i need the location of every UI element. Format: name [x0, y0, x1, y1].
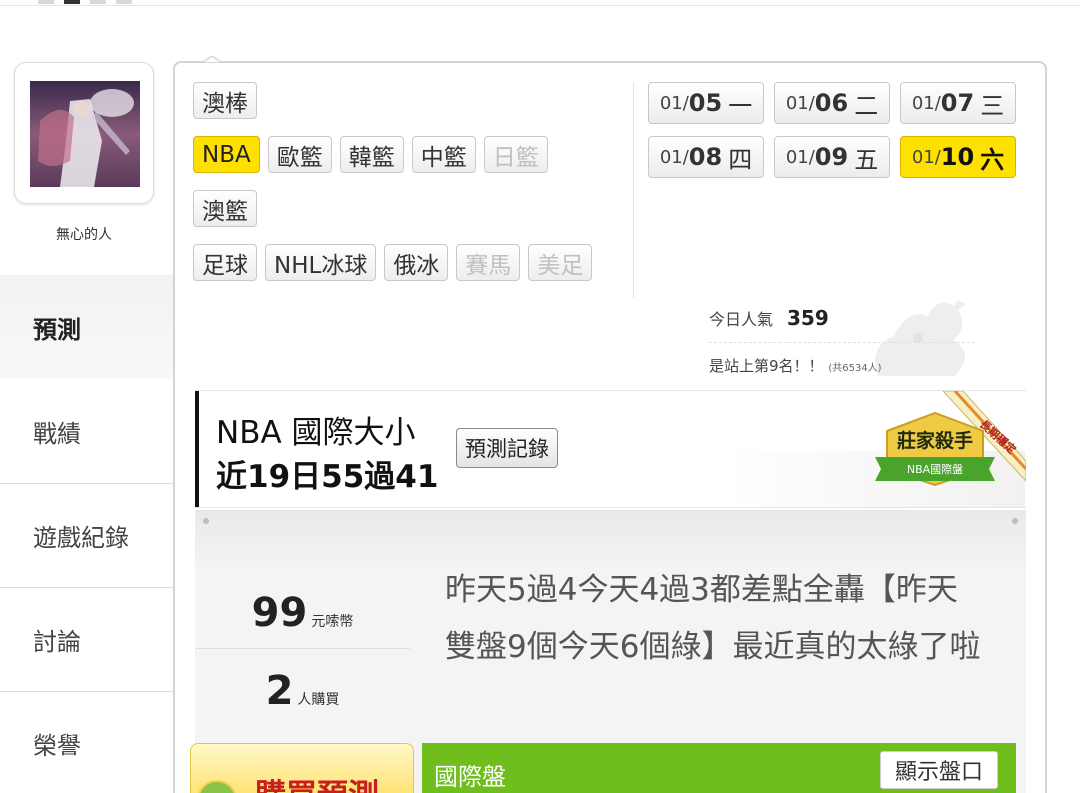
sport-chip-au-basketball[interactable]: 澳籃	[193, 190, 257, 227]
badge-subtitle: NBA國際盤	[907, 463, 963, 476]
show-odds-button[interactable]: 顯示盤口	[880, 751, 999, 789]
date-month: 01/	[659, 92, 689, 114]
top-strip	[0, 0, 1080, 6]
date-month: 01/	[911, 92, 941, 114]
sport-chip-nhl[interactable]: NHL冰球	[265, 244, 377, 281]
date-chip[interactable]: 01/08 四	[648, 136, 764, 178]
popularity: 今日人氣 359	[709, 306, 829, 330]
sport-chip-horse-racing: 賽馬	[456, 244, 521, 281]
date-chip[interactable]: 01/09 五	[774, 136, 890, 178]
prediction-record-button[interactable]: 預測記錄	[456, 428, 558, 468]
rank-text: 是站上第9名！！	[709, 357, 824, 375]
record-summary: 近19日55過41	[216, 459, 439, 495]
page-indicator-dot[interactable]	[90, 0, 106, 4]
sidebar-item-predict[interactable]: 預測	[0, 275, 174, 379]
page-indicator	[38, 0, 132, 4]
divider	[195, 648, 410, 649]
page-indicator-dot-active[interactable]	[64, 0, 80, 4]
sport-chip-japan-basketball: 日籃	[483, 136, 548, 173]
divider	[633, 82, 634, 298]
sport-chip-soccer[interactable]: 足球	[193, 244, 257, 281]
avatar-card[interactable]	[14, 62, 154, 204]
price-column: 99 元嗦幣 2 人購買	[195, 510, 410, 740]
date-day: 06	[814, 89, 849, 117]
price: 99 元嗦幣	[195, 590, 410, 636]
sport-chip-euro-basketball[interactable]: 歐籃	[267, 136, 332, 173]
popularity-value: 359	[787, 306, 829, 330]
sport-chip-russia-hockey[interactable]: 俄冰	[384, 244, 449, 281]
accent-bar	[195, 391, 199, 507]
popularity-label: 今日人氣	[709, 310, 774, 329]
date-day: 07	[940, 89, 975, 117]
sport-chip-korea-basketball[interactable]: 韓籃	[339, 136, 404, 173]
date-month: 01/	[785, 92, 815, 114]
date-weekday: 六	[980, 145, 1005, 174]
buyers: 2 人購買	[195, 668, 410, 714]
rank-total: (共6534人)	[828, 363, 882, 374]
date-chip[interactable]: 01/07 三	[900, 82, 1016, 124]
banker-killer-badge-icon: 長期穩定 莊家殺手 NBA國際盤	[875, 391, 1026, 487]
pin-icon	[1012, 518, 1018, 524]
sport-selector: 澳棒 NBA 歐籃 韓籃 中籃 日籃 澳籃 足球 NHL冰球 俄冰 賽馬 美足	[193, 82, 623, 298]
sport-chip-nba[interactable]: NBA	[193, 136, 260, 173]
buy-prediction-button[interactable]: 購買預測	[190, 743, 414, 793]
prediction-description: 昨天5過4今天4過3都差點全轟【昨天雙盤9個今天6個綠】最近真的太綠了啦	[445, 572, 981, 665]
rank-info: 是站上第9名！！ (共6534人)	[709, 342, 975, 376]
sport-row: NBA 歐籃 韓籃 中籃 日籃	[193, 136, 623, 173]
buyers-unit: 人購買	[297, 692, 340, 708]
coin-icon	[197, 780, 237, 793]
sidebar-item-game-log[interactable]: 遊戲紀錄	[0, 483, 174, 587]
sport-row: 足球 NHL冰球 俄冰 賽馬 美足	[193, 244, 623, 281]
date-chip[interactable]: 01/06 二	[774, 82, 890, 124]
market-label: 國際盤	[434, 763, 506, 791]
price-value: 99	[251, 590, 308, 636]
panel-notch	[203, 56, 221, 63]
prediction-title: NBA 國際大小	[216, 415, 416, 451]
buyers-count: 2	[265, 668, 294, 714]
prediction-header: NBA 國際大小 近19日55過41 預測記錄 長期穩定 莊家殺手 NBA國際盤	[195, 390, 1026, 508]
sidebar-item-discussion[interactable]: 討論	[0, 587, 174, 691]
sport-chip-american-football: 美足	[528, 244, 593, 281]
date-day: 10	[940, 143, 975, 171]
market-bar: 國際盤 顯示盤口	[422, 743, 1016, 793]
sidebar-menu: 預測 戰績 遊戲紀錄 討論 榮譽	[0, 275, 174, 793]
sport-row: 澳籃	[193, 190, 623, 227]
date-weekday: 三	[980, 91, 1005, 120]
date-day: 08	[688, 143, 723, 171]
date-weekday: 四	[728, 145, 753, 174]
price-unit: 元嗦幣	[311, 614, 354, 630]
page-indicator-dot[interactable]	[116, 0, 132, 4]
date-day: 09	[814, 143, 849, 171]
date-selector: 01/05 一 01/06 二 01/07 三 01/08 四 01/09 五 01/10…	[648, 82, 1016, 178]
date-chip[interactable]: 01/05 一	[648, 82, 764, 124]
buy-prediction-label: 購買預測	[255, 770, 379, 793]
username: 無心的人	[56, 227, 112, 243]
date-weekday: 五	[854, 145, 879, 174]
sidebar-item-honor[interactable]: 榮譽	[0, 691, 174, 793]
sport-row: 澳棒	[193, 82, 623, 119]
sidebar-item-record[interactable]: 戰績	[0, 379, 174, 483]
date-day: 05	[688, 89, 723, 117]
date-weekday: 一	[728, 91, 753, 120]
badge-title: 莊家殺手	[897, 429, 973, 452]
date-weekday: 二	[854, 91, 879, 120]
avatar[interactable]	[30, 81, 140, 187]
date-chip-active[interactable]: 01/10 六	[900, 136, 1016, 178]
sport-chip-china-basketball[interactable]: 中籃	[411, 136, 476, 173]
date-month: 01/	[659, 146, 689, 168]
date-month: 01/	[911, 146, 941, 168]
sport-chip-au-baseball[interactable]: 澳棒	[193, 82, 257, 119]
date-month: 01/	[785, 146, 815, 168]
page-indicator-dot[interactable]	[38, 0, 54, 4]
